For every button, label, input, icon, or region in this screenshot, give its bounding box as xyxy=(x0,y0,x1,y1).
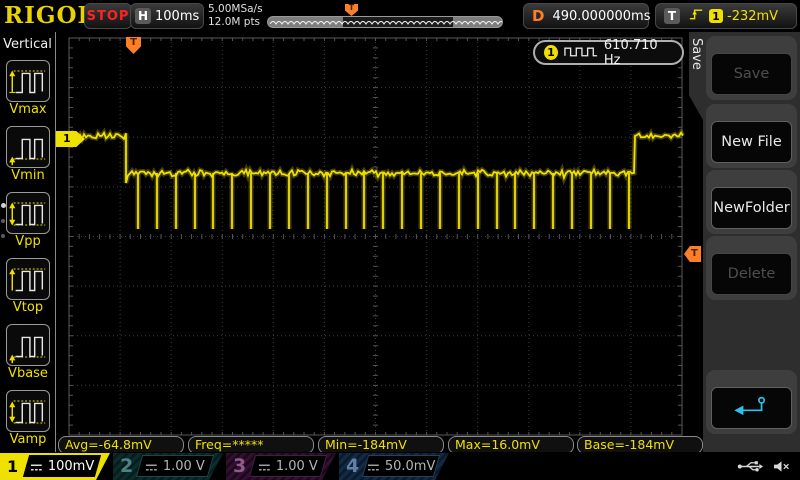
delay-value: 490.000000ms xyxy=(552,9,650,24)
acquisition-info: 5.00MSa/s 12.0M pts xyxy=(208,3,263,29)
softkey-slot: NewFolder xyxy=(706,170,797,234)
dc-coupling-icon xyxy=(30,457,43,476)
timebase-display: H 100ms xyxy=(130,3,204,29)
new-file-button[interactable]: New File xyxy=(711,121,792,163)
memory-waveform-bar xyxy=(267,16,503,28)
back-button[interactable] xyxy=(711,387,792,429)
channel3-scale: 1.00 V xyxy=(276,459,318,474)
menu-item-label: Vamp xyxy=(0,432,56,447)
menu-item-vmax[interactable]: Vmax xyxy=(0,60,56,117)
menu-item-vamp[interactable]: Vamp xyxy=(0,390,56,447)
channel4-scale-box: 50.0mV xyxy=(362,455,440,477)
top-bar: RIGOL STOP H 100ms 5.00MSa/s 12.0M pts T… xyxy=(0,0,800,32)
menu-item-vpp[interactable]: Vpp xyxy=(0,192,56,249)
channel1-scale-box: 100mV xyxy=(23,455,101,477)
memory-trigger-position-marker[interactable]: T xyxy=(345,4,358,16)
channel2-scale: 1.00 V xyxy=(163,459,205,474)
vbase-icon xyxy=(6,324,50,366)
rigol-logo: RIGOL xyxy=(4,2,95,29)
memory-waveform-squiggle xyxy=(268,17,503,28)
vpp-icon xyxy=(6,192,50,234)
channel3-number: 3 xyxy=(233,453,246,480)
dc-coupling-icon xyxy=(145,457,158,476)
vmin-icon xyxy=(6,126,50,168)
run-status-label: STOP xyxy=(87,9,130,24)
trigger-t-label: T xyxy=(664,8,680,24)
freq-counter-channel-badge: 1 xyxy=(544,45,558,60)
hardware-frequency-counter: 1 610.710 Hz xyxy=(533,40,684,65)
rising-edge-icon xyxy=(688,6,705,26)
trigger-level-value: -232mV xyxy=(727,9,778,24)
softkey-slot: Save xyxy=(706,36,797,100)
menu-item-label: Vmin xyxy=(0,168,56,183)
channel-status-bar: 1 100mV 2 1.00 V 3 1.00 V 4 50.0mV xyxy=(0,452,800,480)
channel2-indicator[interactable]: 2 1.00 V xyxy=(113,453,223,480)
menu-item-vbase[interactable]: Vbase xyxy=(0,324,56,381)
run-status-indicator: STOP xyxy=(84,3,132,29)
softkey-menu-panel: Save New File NewFolder Delete xyxy=(703,32,800,455)
channel2-number: 2 xyxy=(120,453,133,480)
square-wave-icon xyxy=(564,43,598,62)
save-button[interactable]: Save xyxy=(711,53,792,95)
channel4-scale: 50.0mV xyxy=(385,459,436,474)
vtop-icon xyxy=(6,258,50,300)
freq-counter-value: 610.710 Hz xyxy=(604,38,673,68)
delay-d-label: D xyxy=(532,7,544,25)
menu-item-label: Vtop xyxy=(0,300,56,315)
delay-display: D 490.000000ms xyxy=(523,3,649,29)
softkey-slot: New File xyxy=(706,104,797,168)
vamp-icon xyxy=(6,390,50,432)
timebase-h-label: H xyxy=(135,8,151,24)
menu-tab-label: Save xyxy=(689,38,704,70)
channel3-scale-box: 1.00 V xyxy=(249,455,327,477)
vmax-icon xyxy=(6,60,50,102)
measure-menu: Vertical Vmax Vmin Vpp Vtop Vbase Vamp xyxy=(0,32,56,452)
channel3-indicator[interactable]: 3 1.00 V xyxy=(226,453,336,480)
channel4-number: 4 xyxy=(346,453,359,480)
menu-item-label: Vmax xyxy=(0,102,56,117)
trigger-source-badge: 1 xyxy=(709,9,723,23)
menu-title: Vertical xyxy=(0,37,55,52)
menu-item-label: Vbase xyxy=(0,366,56,381)
timebase-value: 100ms xyxy=(155,9,199,24)
channel1-number: 1 xyxy=(7,453,18,480)
delete-button[interactable]: Delete xyxy=(711,253,792,295)
sample-rate: 5.00MSa/s xyxy=(208,3,263,16)
menu-item-label: Vpp xyxy=(0,234,56,249)
channel1-scale: 100mV xyxy=(48,459,94,474)
menu-item-vmin[interactable]: Vmin xyxy=(0,126,56,183)
speaker-muted-icon xyxy=(773,458,790,477)
return-arrow-icon xyxy=(730,394,774,423)
dc-coupling-icon xyxy=(367,457,380,476)
softkey-slot xyxy=(706,370,797,434)
memory-depth: 12.0M pts xyxy=(208,16,263,29)
scope-display: 1 T T 1 610.710 Hz Avg=-64.8mV Freq=****… xyxy=(56,32,703,455)
new-folder-button[interactable]: NewFolder xyxy=(711,187,792,229)
channel2-scale-box: 1.00 V xyxy=(136,455,214,477)
trigger-display: T 1 -232mV xyxy=(655,3,797,29)
channel1-indicator[interactable]: 1 100mV xyxy=(0,453,110,480)
channel4-indicator[interactable]: 4 50.0mV xyxy=(339,453,449,480)
status-icons xyxy=(737,458,790,477)
waveform-plot xyxy=(56,32,703,455)
menu-item-vtop[interactable]: Vtop xyxy=(0,258,56,315)
softkey-slot: Delete xyxy=(706,236,797,300)
dc-coupling-icon xyxy=(258,457,271,476)
usb-icon xyxy=(737,458,765,477)
